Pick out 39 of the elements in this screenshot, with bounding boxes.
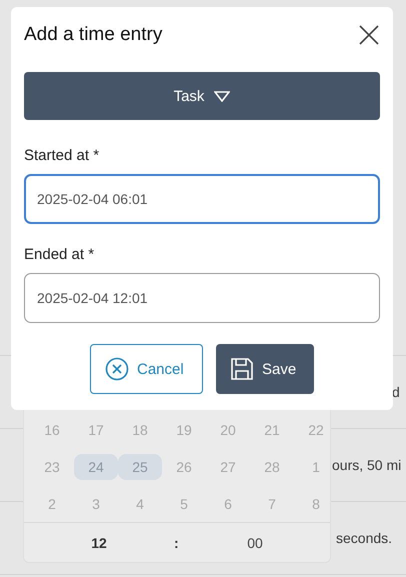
cancel-button[interactable]: Cancel bbox=[90, 344, 203, 394]
date-time-field[interactable]: 2025-02-04 06:01 bbox=[24, 174, 380, 224]
calendar-day[interactable]: 22 bbox=[294, 416, 338, 442]
calendar-day[interactable]: 5 bbox=[162, 490, 206, 517]
calendar-day[interactable]: 4 bbox=[118, 490, 162, 517]
field-label: Ended at * bbox=[24, 246, 96, 263]
row-text: seconds. bbox=[336, 530, 392, 546]
caret-icon bbox=[214, 90, 230, 102]
close-button[interactable] bbox=[358, 24, 380, 46]
calendar-day[interactable]: 2 bbox=[30, 490, 74, 517]
calendar-day[interactable]: 16 bbox=[30, 416, 74, 442]
calendar-day[interactable]: 17 bbox=[74, 416, 118, 442]
time-separator: : bbox=[174, 534, 180, 551]
row-text: d bbox=[392, 384, 400, 400]
cancel-circle-icon bbox=[105, 357, 129, 381]
calendar-day[interactable]: 18 bbox=[118, 416, 162, 442]
save-icon bbox=[230, 357, 254, 381]
calendar-day[interactable]: 28 bbox=[250, 454, 294, 480]
calendar-day[interactable]: 6 bbox=[206, 490, 250, 517]
calendar-day[interactable]: 21 bbox=[250, 416, 294, 442]
calendar-day[interactable]: 26 bbox=[162, 454, 206, 480]
close-icon bbox=[358, 24, 380, 46]
save-button[interactable]: Save bbox=[216, 344, 314, 394]
calendar-day[interactable]: 7 bbox=[250, 490, 294, 517]
calendar-day[interactable]: 24 bbox=[74, 454, 118, 480]
field-label: Started at * bbox=[24, 147, 100, 164]
calendar-day[interactable]: 23 bbox=[30, 454, 74, 480]
task-dropdown-button[interactable]: Task bbox=[24, 72, 380, 120]
calendar-day[interactable]: 3 bbox=[74, 490, 118, 517]
calendar-day[interactable]: 19 bbox=[162, 416, 206, 442]
date-time-field[interactable]: 2025-02-04 12:01 bbox=[24, 273, 380, 323]
hour-value[interactable]: 12 bbox=[24, 534, 174, 551]
calendar-day[interactable]: 27 bbox=[206, 454, 250, 480]
dialog-title: Add a time entry bbox=[24, 24, 162, 46]
calendar-day[interactable]: 25 bbox=[118, 454, 162, 480]
calendar-day[interactable]: 20 bbox=[206, 416, 250, 442]
row-text: ours, 50 mi bbox=[332, 457, 402, 473]
calendar-day[interactable]: 8 bbox=[294, 490, 338, 517]
minute-value[interactable]: 00 bbox=[180, 534, 330, 551]
